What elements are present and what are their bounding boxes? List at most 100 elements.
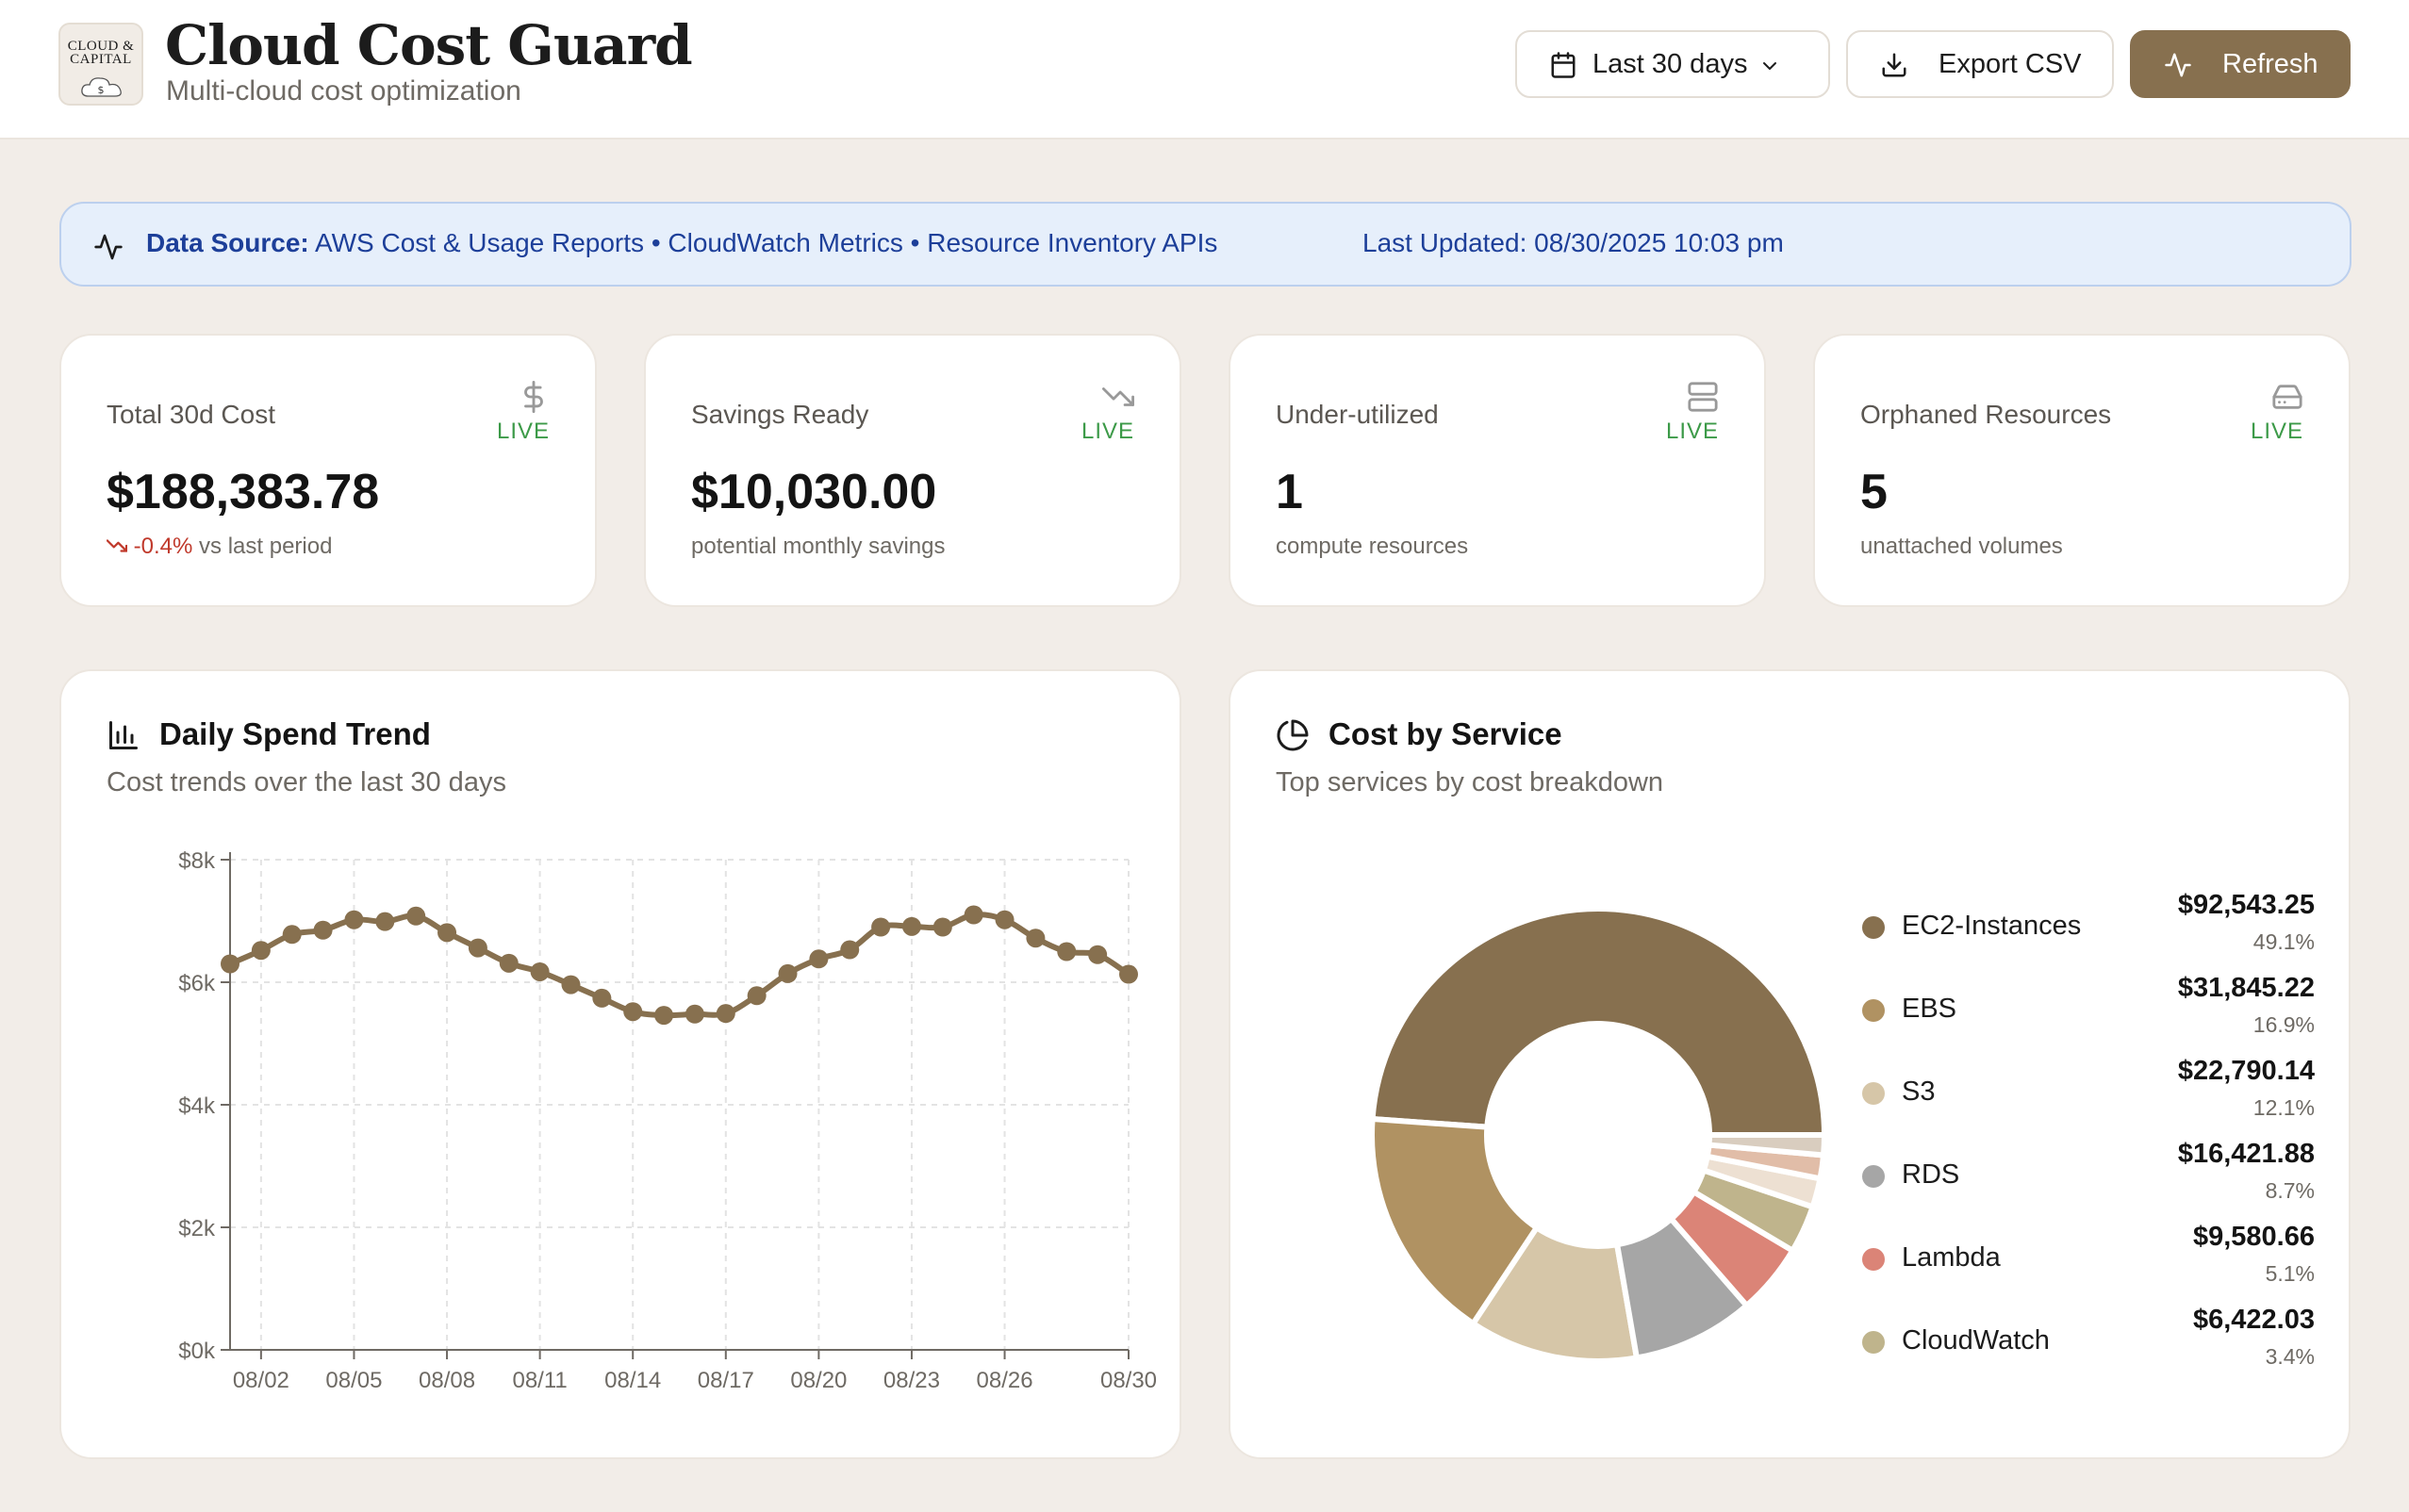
data-point [623,1002,643,1022]
legend-swatch [1862,1248,1885,1271]
data-point [716,1004,735,1024]
download-icon [1882,53,1906,77]
legend-label: CloudWatch [1902,1325,2050,1356]
y-tick-label: $0k [178,1339,216,1364]
stat-subtext: unattached volumes [1860,534,2063,559]
legend-percent: 8.7% [2265,1178,2315,1203]
legend-item[interactable]: RDS $16,421.88 8.7% [1862,1139,2315,1222]
y-tick-label: $8k [178,848,216,874]
cost-by-service-card: Cost by Service Top services by cost bre… [1229,669,2351,1459]
dollar-icon [524,381,543,413]
data-point [437,923,457,943]
stat-label: Savings Ready [691,400,869,429]
stat-card-total-cost: Total 30d Cost LIVE $188,383.78 -0.4% vs… [59,334,597,607]
refresh-button[interactable]: Refresh [2130,30,2351,98]
stat-value: 1 [1276,465,1303,519]
stat-delta-caption: vs last period [199,534,333,559]
legend-percent: 5.1% [2265,1261,2315,1286]
legend-item[interactable]: EBS $31,845.22 16.9% [1862,973,2315,1056]
data-point [375,912,395,931]
app-subtitle: Multi-cloud cost optimization [166,75,521,107]
x-tick-label: 08/08 [419,1368,475,1393]
x-tick-label: 08/02 [233,1368,289,1393]
legend-label: RDS [1902,1159,1960,1190]
data-point [901,916,921,936]
legend-swatch [1862,1331,1885,1354]
app-header: CLOUD & CAPITAL $ Cloud Cost Guard Multi… [0,0,2409,140]
legend-value: $31,845.22 [2177,973,2315,1003]
trending-down-icon [1102,387,1134,406]
legend-value: $92,543.25 [2177,890,2315,920]
legend-value: $6,422.03 [2192,1305,2315,1335]
refresh-label: Refresh [2222,49,2318,79]
data-point [809,949,829,969]
svg-text:$: $ [98,84,105,96]
legend-value: $9,580.66 [2192,1222,2315,1252]
legend-value: $22,790.14 [2177,1056,2315,1086]
data-point [995,910,1015,929]
data-source-label: Data Source: [146,228,309,257]
export-csv-button[interactable]: Export CSV [1846,30,2114,98]
live-badge: LIVE [2250,419,2303,444]
logo-wordmark: CLOUD & CAPITAL [67,39,135,67]
cost-by-service-donut[interactable] [1230,671,1834,1461]
data-point [468,938,487,958]
x-tick-label: 08/23 [883,1368,940,1393]
activity-icon [94,234,123,260]
legend-label: S3 [1902,1076,1936,1107]
stat-subtext: -0.4% vs last period [106,534,333,560]
data-point [499,953,519,973]
data-point [1088,945,1108,964]
data-point [747,986,767,1006]
live-badge: LIVE [1081,419,1134,444]
legend-percent: 12.1% [2252,1095,2315,1120]
app-title: Cloud Cost Guard [165,13,693,77]
live-badge: LIVE [496,419,550,444]
legend-percent: 16.9% [2252,1012,2315,1037]
date-range-select[interactable]: Last 30 days [1515,30,1830,98]
stat-card-savings-ready: Savings Ready LIVE $10,030.00 potential … [644,334,1181,607]
stat-card-orphaned-resources: Orphaned Resources LIVE 5 unattached vol… [1813,334,2351,607]
legend-swatch [1862,1165,1885,1188]
cloud-icon: $ [81,77,122,97]
data-point [1026,929,1046,948]
data-point [685,1004,704,1024]
date-range-label: Last 30 days [1592,49,1748,79]
legend-swatch [1862,999,1885,1022]
legend-swatch [1862,916,1885,939]
stat-value: $188,383.78 [107,465,380,519]
data-point [221,954,239,974]
data-point [344,910,364,929]
legend-item[interactable]: S3 $22,790.14 12.1% [1862,1056,2315,1139]
x-tick-label: 08/17 [698,1368,754,1393]
legend-label: EC2-Instances [1902,911,2082,941]
data-point [251,941,271,961]
data-source-banner: Data Source: AWS Cost & Usage Reports • … [59,202,2351,287]
data-point [530,961,550,981]
y-tick-label: $4k [178,1093,216,1119]
stat-label: Total 30d Cost [107,400,275,429]
y-tick-label: $2k [178,1216,216,1241]
hard-drive-icon [2272,385,2302,409]
trending-down-icon [106,539,128,552]
daily-spend-line-chart[interactable]: $0k $2k $4k $6k $8k 08/02 08/05 08/08 08/11 08/14… [61,671,1183,1461]
stat-label: Under-utilized [1276,400,1439,429]
data-point [1057,942,1077,961]
data-point [1119,964,1138,984]
y-tick-label: $6k [178,971,216,996]
spend-series-line [228,912,1130,1019]
x-tick-label: 08/05 [325,1368,382,1393]
stat-subtext: compute resources [1276,534,1469,559]
export-csv-label: Export CSV [1939,49,2082,79]
data-point [778,963,798,983]
chevron-down-icon [1763,62,1776,70]
legend-percent: 49.1% [2252,929,2315,954]
data-point [840,940,860,960]
legend-item[interactable]: EC2-Instances $92,543.25 49.1% [1862,890,2315,973]
legend-item[interactable]: Lambda $9,580.66 5.1% [1862,1222,2315,1305]
legend-item[interactable]: CloudWatch $6,422.03 3.4% [1862,1305,2315,1388]
data-point [282,925,302,945]
stat-value: $10,030.00 [691,465,937,519]
server-icon [1688,382,1718,412]
data-point [932,917,952,937]
